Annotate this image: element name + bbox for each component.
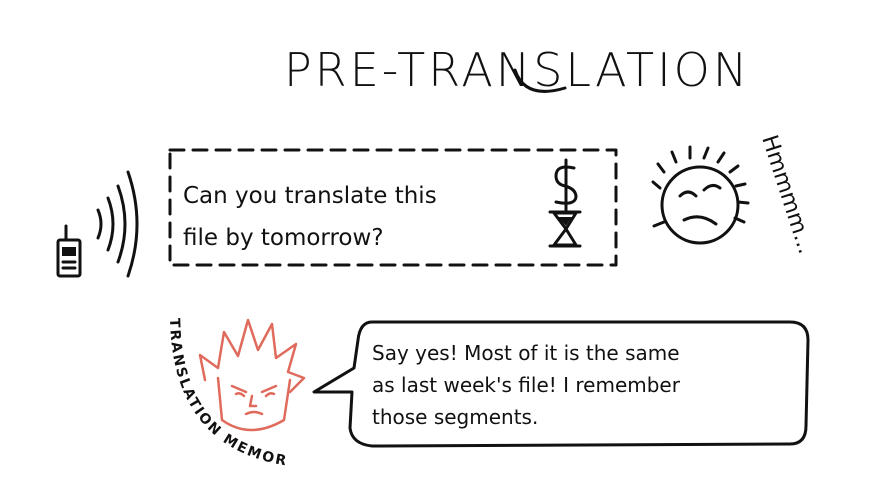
thinker-thought: Hmmmm... [756, 132, 818, 257]
hourglass-icon [548, 210, 582, 248]
thinker-face [651, 145, 750, 245]
diagram-canvas: PRE-TRANSLATION Can you translate this f… [0, 0, 818, 470]
signal-waves-icon [96, 170, 139, 278]
request-line-1: Can you translate this [183, 183, 437, 209]
translation-memory-figure [198, 318, 306, 432]
memory-reply-line-1: Say yes! Most of it is the same [372, 341, 680, 365]
memory-reply-line-2: as last week's file! I remember [372, 373, 681, 397]
dollar-icon [554, 158, 578, 212]
memory-reply-line-3: those segments. [372, 405, 538, 429]
phone-icon [56, 224, 82, 278]
page-title: PRE-TRANSLATION [284, 43, 750, 97]
request-line-2: file by tomorrow? [183, 225, 384, 251]
